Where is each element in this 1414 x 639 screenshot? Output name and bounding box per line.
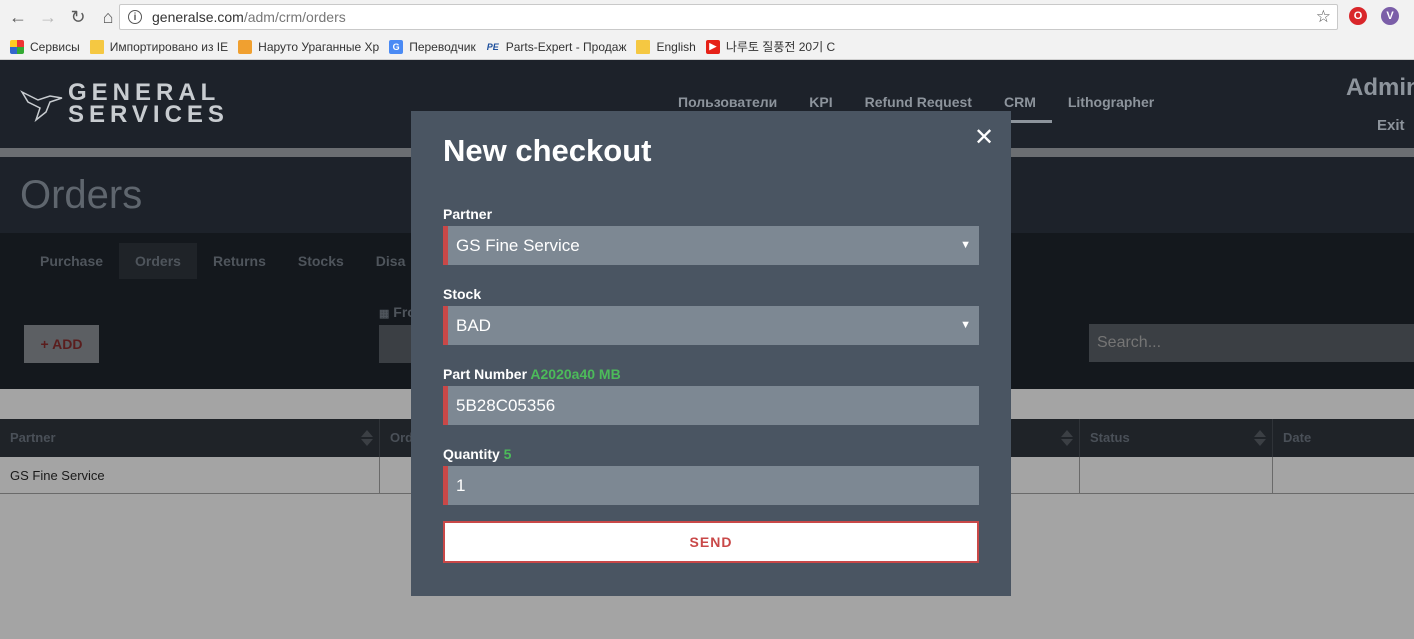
url-text[interactable]: generalse.com/adm/crm/orders: [152, 9, 346, 25]
section-tabs: Purchase Orders Returns Stocks Disa: [24, 243, 421, 279]
bookmark-parts-expert[interactable]: PE Parts-Expert - Продаж: [486, 40, 627, 54]
tab-returns[interactable]: Returns: [197, 243, 282, 279]
bookmark-imported[interactable]: Импортировано из IE: [89, 39, 228, 54]
translate-icon: G: [389, 39, 404, 54]
quantity-input[interactable]: 1: [443, 466, 979, 505]
part-number-hint: A2020a40 MB: [530, 366, 621, 382]
pe-site-icon: PE: [486, 41, 499, 52]
quantity-label: Quantity 5: [443, 446, 512, 462]
column-status[interactable]: Status: [1080, 419, 1273, 457]
partner-label: Partner: [443, 206, 493, 222]
modal-title: New checkout: [443, 133, 652, 168]
info-icon[interactable]: i: [128, 10, 142, 24]
tab-purchase[interactable]: Purchase: [24, 243, 119, 279]
back-arrow-icon[interactable]: ←: [6, 5, 30, 29]
stock-select[interactable]: BAD ▼: [443, 306, 979, 345]
bookmark-translator[interactable]: G Переводчик: [389, 39, 476, 54]
send-button[interactable]: SEND: [443, 521, 979, 563]
apps-grid-icon: [10, 39, 24, 54]
opera-extension-icon[interactable]: O: [1349, 7, 1367, 25]
bookmark-services[interactable]: Сервисы: [10, 39, 80, 54]
browser-toolbar: ← → ↻ ⌂ i generalse.com/adm/crm/orders ☆…: [0, 0, 1414, 34]
new-checkout-modal: New checkout ✕ Partner GS Fine Service ▼…: [411, 111, 1011, 596]
partner-select[interactable]: GS Fine Service ▼: [443, 226, 979, 265]
nav-lithographer[interactable]: Lithographer: [1052, 94, 1170, 123]
chevron-down-icon: ▼: [960, 319, 971, 331]
sort-icon[interactable]: [1061, 430, 1073, 446]
tab-stocks[interactable]: Stocks: [282, 243, 360, 279]
sort-icon[interactable]: [1254, 430, 1266, 446]
close-icon[interactable]: ✕: [974, 126, 994, 150]
column-partner[interactable]: Partner: [0, 419, 380, 457]
home-icon[interactable]: ⌂: [96, 5, 120, 29]
bookmarks-bar: Сервисы Импортировано из IE Наруто Урага…: [0, 34, 1414, 60]
column-date[interactable]: Date: [1273, 419, 1414, 457]
page-title: Orders: [20, 173, 143, 217]
calendar-icon: ▦: [379, 308, 390, 320]
youtube-icon: ▶: [705, 39, 720, 54]
hummingbird-icon: [20, 90, 63, 123]
bookmark-english[interactable]: English: [636, 39, 696, 54]
part-number-label: Part Number A2020a40 MB: [443, 366, 621, 382]
add-button[interactable]: + ADD: [24, 325, 99, 363]
cell-status: [1080, 457, 1273, 494]
folder-icon: [636, 39, 651, 54]
quantity-hint: 5: [503, 446, 512, 462]
user-name: Admin: [1346, 74, 1414, 101]
viber-extension-icon[interactable]: V: [1381, 7, 1399, 25]
exit-link[interactable]: Exit: [1377, 117, 1405, 134]
stock-label: Stock: [443, 286, 482, 302]
general-services-logo[interactable]: GENERAL SERVICES: [20, 81, 229, 127]
part-number-input[interactable]: 5B28C05356: [443, 386, 979, 425]
sort-icon[interactable]: [361, 430, 373, 446]
search-input[interactable]: [1089, 324, 1414, 362]
reload-icon[interactable]: ↻: [66, 5, 90, 29]
bookmark-youtube[interactable]: ▶ 나루토 질풍전 20기 C: [705, 38, 835, 55]
chevron-down-icon: ▼: [960, 239, 971, 251]
bookmark-star-icon[interactable]: ☆: [1316, 7, 1331, 27]
forward-arrow-icon[interactable]: →: [36, 5, 60, 29]
cell-date: [1273, 457, 1414, 494]
naruto-site-icon: [238, 39, 253, 54]
folder-icon: [89, 39, 104, 54]
address-bar[interactable]: i generalse.com/adm/crm/orders ☆: [119, 4, 1338, 30]
tab-orders[interactable]: Orders: [119, 243, 197, 279]
cell-partner: GS Fine Service: [0, 457, 380, 494]
bookmark-naruto[interactable]: Наруто Ураганные Хр: [238, 39, 379, 54]
